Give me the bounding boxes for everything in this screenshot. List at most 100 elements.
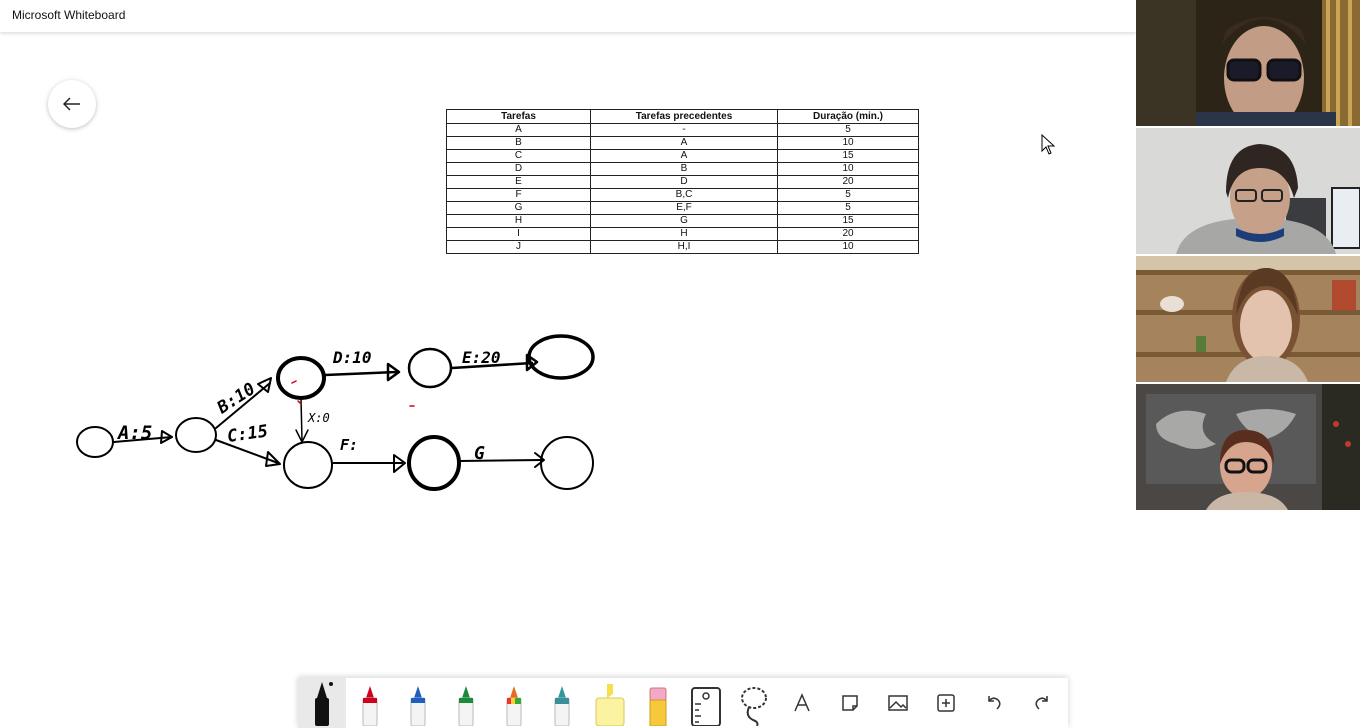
pen-black-icon <box>315 682 333 726</box>
edge-d <box>323 370 399 377</box>
ruler-tool[interactable] <box>682 678 730 728</box>
ink-toolbar <box>298 678 1068 728</box>
cell: 5 <box>777 201 919 215</box>
label-g: G <box>474 443 485 464</box>
cell: B <box>590 162 778 176</box>
ruler-icon <box>691 687 721 726</box>
label-e: E:20 <box>462 348 501 367</box>
pen-galaxy-tool[interactable] <box>538 678 586 728</box>
table-row: E D 20 <box>446 175 919 189</box>
cell: H <box>590 227 778 241</box>
table-row: B A 10 <box>446 136 919 150</box>
label-c: C:15 <box>226 421 269 447</box>
highlighter-tool[interactable] <box>586 678 634 728</box>
edge-g <box>458 459 543 462</box>
node-8[interactable] <box>540 436 594 490</box>
cell: E,F <box>590 201 778 215</box>
app-title: Microsoft Whiteboard <box>12 8 126 22</box>
edge-x <box>300 398 303 441</box>
redo-button[interactable] <box>1018 678 1066 728</box>
arrow-left-icon <box>63 97 80 111</box>
node-3[interactable] <box>276 356 326 400</box>
back-button[interactable] <box>48 80 96 128</box>
node-4[interactable] <box>407 347 453 389</box>
pen-red-tool[interactable] <box>346 678 394 728</box>
cell: - <box>590 123 778 137</box>
cell: 10 <box>777 240 919 254</box>
mouse-cursor-icon <box>1041 134 1056 155</box>
label-d: D:10 <box>332 348 372 367</box>
table-row: J H,I 10 <box>446 240 919 254</box>
redo-icon <box>1035 696 1048 710</box>
cell: 20 <box>777 175 919 189</box>
cell: A <box>590 136 778 150</box>
cell: I <box>446 227 591 241</box>
header-duracao: Duração (min.) <box>777 109 919 124</box>
cell: G <box>590 214 778 228</box>
cell: F <box>446 188 591 202</box>
cell: B <box>446 136 591 150</box>
cell: G <box>446 201 591 215</box>
add-tool[interactable] <box>922 678 970 728</box>
header-precedentes: Tarefas precedentes <box>590 109 778 124</box>
note-icon <box>842 695 858 711</box>
header-tarefas: Tarefas <box>446 109 591 124</box>
note-tool[interactable] <box>826 678 874 728</box>
red-mark <box>291 380 415 407</box>
node-1[interactable] <box>76 426 114 458</box>
pen-blue-tool[interactable] <box>394 678 442 728</box>
cell: D <box>446 162 591 176</box>
text-icon <box>794 693 810 712</box>
pen-red-icon <box>362 686 378 726</box>
video-participants-panel <box>1136 0 1366 510</box>
cell: 15 <box>777 214 919 228</box>
node-2[interactable] <box>175 417 217 453</box>
table-row: A-5 <box>446 123 919 137</box>
node-7[interactable] <box>407 435 461 491</box>
network-diagram[interactable]: A:5 B:10 C:15 D:10 E:20 X:0 F: G <box>0 300 640 520</box>
title-bar: Microsoft Whiteboard <box>0 0 1136 32</box>
pen-green-icon <box>458 686 474 726</box>
label-a: A:5 <box>116 422 152 444</box>
undo-icon <box>988 696 1001 710</box>
table-row: C A 15 <box>446 149 919 163</box>
highlighter-icon <box>595 684 625 726</box>
node-5[interactable] <box>527 334 595 380</box>
image-icon <box>888 695 908 711</box>
table-row: G E,F 5 <box>446 201 919 215</box>
image-tool[interactable] <box>874 678 922 728</box>
cell: A <box>590 149 778 163</box>
text-tool[interactable] <box>778 678 826 728</box>
add-icon <box>937 694 955 712</box>
pen-black-tool[interactable] <box>298 678 346 728</box>
participant-2[interactable] <box>1136 128 1360 254</box>
cell: B,C <box>590 188 778 202</box>
cell: 20 <box>777 227 919 241</box>
participant-1[interactable] <box>1136 0 1360 126</box>
undo-button[interactable] <box>970 678 1018 728</box>
pen-galaxy-icon <box>554 686 570 726</box>
cell: D <box>590 175 778 189</box>
participant-3[interactable] <box>1136 256 1360 382</box>
label-x: X:0 <box>307 411 330 425</box>
pen-rainbow-icon <box>506 686 522 726</box>
pen-green-tool[interactable] <box>442 678 490 728</box>
cell: H <box>446 214 591 228</box>
pen-rainbow-tool[interactable] <box>490 678 538 728</box>
cell: 10 <box>777 136 919 150</box>
eraser-icon <box>649 687 667 726</box>
table-row: H G 15 <box>446 214 919 228</box>
eraser-tool[interactable] <box>634 678 682 728</box>
arrow-b <box>257 377 272 393</box>
cell: J <box>446 240 591 254</box>
table-row: F B,C 5 <box>446 188 919 202</box>
node-6[interactable] <box>283 441 333 489</box>
cell: H,I <box>590 240 778 254</box>
cell: A <box>446 123 591 137</box>
lasso-tool[interactable] <box>730 678 778 728</box>
table-row: I H 20 <box>446 227 919 241</box>
participant-4[interactable] <box>1136 384 1360 510</box>
cell: C <box>446 149 591 163</box>
cell: 15 <box>777 149 919 163</box>
cell: 5 <box>777 188 919 202</box>
